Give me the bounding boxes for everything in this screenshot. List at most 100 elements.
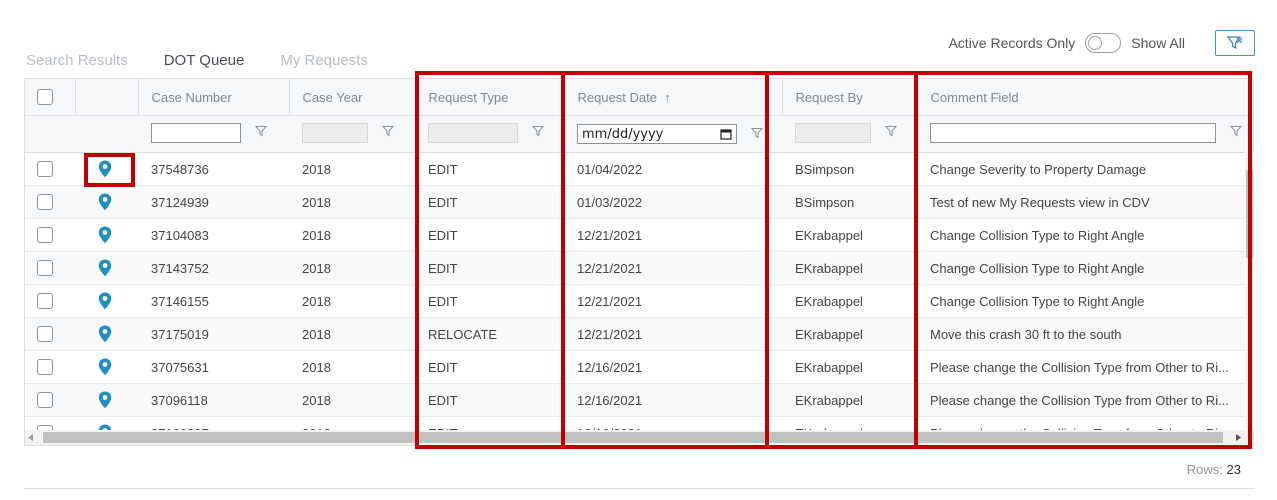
- funnel-icon[interactable]: [750, 127, 764, 142]
- funnel-icon[interactable]: [884, 125, 898, 140]
- request-by-filter-input[interactable]: [795, 122, 871, 143]
- filter-cell-empty: [25, 115, 75, 153]
- row-select-cell: [25, 284, 75, 318]
- funnel-icon[interactable]: [254, 125, 268, 140]
- column-header-request-by[interactable]: Request By: [781, 79, 917, 116]
- vertical-scroll-thumb[interactable]: [1246, 170, 1253, 258]
- row-checkbox[interactable]: [37, 326, 53, 343]
- comment-field-filter-input[interactable]: [930, 122, 1216, 143]
- map-pin-icon[interactable]: [98, 193, 112, 211]
- comment-field-cell: Please change the Collision Type from Ot…: [917, 383, 1253, 417]
- comment-field-cell: Move this crash 30 ft to the south: [917, 317, 1253, 351]
- request-type-cell: EDIT: [415, 350, 564, 384]
- tab-search-results[interactable]: Search Results: [26, 52, 128, 76]
- row-select-cell: [25, 185, 75, 219]
- footer-divider: [24, 488, 1255, 489]
- active-records-toggle[interactable]: [1085, 33, 1122, 53]
- requests-grid: Case Number Case Year Request Type Reque…: [24, 78, 1254, 446]
- map-pin-icon[interactable]: [98, 259, 112, 277]
- case-year-cell: 2018: [289, 383, 415, 417]
- row-checkbox[interactable]: [37, 293, 53, 310]
- filter-clear-icon: [1226, 36, 1243, 50]
- request-date-cell: 01/04/2022: [564, 152, 782, 186]
- table-row[interactable]: 37096118 2018 EDIT 12/16/2021 EKrabappel Plea…: [25, 383, 1253, 417]
- request-type-cell: EDIT: [415, 383, 564, 417]
- header-row: Case Number Case Year Request Type Reque…: [25, 79, 1253, 116]
- filter-row: mm/dd/yyyy: [25, 115, 1253, 153]
- request-date-cell: 12/16/2021: [564, 383, 782, 417]
- filter-cell-case-year: [289, 115, 415, 153]
- row-marker-cell: [75, 218, 138, 252]
- comment-field-cell: Please change the Collision Type from Ot…: [917, 350, 1253, 384]
- map-pin-icon[interactable]: [98, 160, 112, 178]
- tab-my-requests[interactable]: My Requests: [280, 52, 368, 76]
- table-row[interactable]: 37548736 2018 EDIT 01/04/2022 BSimpson Change…: [25, 152, 1253, 186]
- request-by-cell: EKrabappel: [782, 383, 917, 417]
- case-year-filter-input[interactable]: [302, 122, 368, 143]
- scroll-left-icon[interactable]: [28, 434, 34, 441]
- request-type-filter-input[interactable]: [428, 122, 518, 143]
- row-checkbox[interactable]: [37, 194, 53, 211]
- request-type-cell: EDIT: [415, 185, 564, 219]
- row-marker-cell: [75, 185, 138, 219]
- table-row[interactable]: 37075631 2018 EDIT 12/16/2021 EKrabappel Plea…: [25, 350, 1253, 384]
- request-date-filter-input[interactable]: mm/dd/yyyy: [577, 124, 737, 144]
- clear-filter-button[interactable]: [1215, 30, 1255, 56]
- table-row[interactable]: 37143752 2018 EDIT 12/21/2021 EKrabappel Chan…: [25, 251, 1253, 285]
- column-header-case-number[interactable]: Case Number: [137, 79, 289, 116]
- request-type-cell: EDIT: [415, 218, 564, 252]
- row-select-cell: [25, 251, 75, 285]
- horizontal-scrollbar[interactable]: [25, 430, 1253, 445]
- filter-cell-request-date: mm/dd/yyyy: [564, 115, 782, 153]
- table-row[interactable]: 37124939 2018 EDIT 01/03/2022 BSimpson Test o…: [25, 185, 1253, 219]
- table-row[interactable]: 37175019 2018 RELOCATE 12/21/2021 EKrabappel…: [25, 317, 1253, 351]
- scroll-right-icon[interactable]: [1235, 434, 1241, 441]
- request-by-cell: EKrabappel: [782, 251, 917, 285]
- filter-cell-marker: [75, 115, 138, 153]
- request-date-cell: 01/03/2022: [564, 185, 782, 219]
- request-date-cell: 12/21/2021: [564, 218, 782, 252]
- funnel-icon[interactable]: [1229, 125, 1243, 140]
- map-pin-icon[interactable]: [98, 325, 112, 343]
- row-select-cell: [25, 317, 75, 351]
- request-by-cell: EKrabappel: [782, 317, 917, 351]
- tab-dot-queue[interactable]: DOT Queue: [163, 52, 244, 80]
- show-all-label: Show All: [1131, 35, 1185, 51]
- calendar-icon[interactable]: [720, 128, 732, 140]
- case-number-filter-input[interactable]: [151, 122, 241, 143]
- map-pin-icon[interactable]: [98, 292, 112, 310]
- case-year-cell: 2018: [289, 350, 415, 384]
- filter-cell-request-by: [782, 115, 917, 153]
- select-all-checkbox[interactable]: [37, 89, 53, 106]
- case-number-cell: 37075631: [138, 350, 289, 384]
- column-header-comment-field[interactable]: Comment Field: [916, 79, 1253, 116]
- comment-field-cell: Change Severity to Property Damage: [917, 152, 1253, 186]
- active-records-label: Active Records Only: [948, 35, 1076, 51]
- column-header-case-year[interactable]: Case Year: [288, 79, 415, 116]
- map-pin-icon[interactable]: [98, 226, 112, 244]
- row-checkbox[interactable]: [37, 227, 53, 244]
- funnel-icon[interactable]: [531, 125, 545, 140]
- case-number-cell: 37548736: [138, 152, 289, 186]
- map-pin-icon[interactable]: [98, 358, 112, 376]
- row-checkbox[interactable]: [37, 260, 53, 277]
- column-header-request-date[interactable]: Request Date ↑: [563, 79, 782, 116]
- table-row[interactable]: 37146155 2018 EDIT 12/21/2021 EKrabappel Chan…: [25, 284, 1253, 318]
- horizontal-scroll-thumb[interactable]: [43, 432, 1223, 443]
- row-checkbox[interactable]: [37, 392, 53, 409]
- request-by-cell: EKrabappel: [782, 218, 917, 252]
- row-select-cell: [25, 152, 75, 186]
- vertical-scrollbar[interactable]: [1245, 152, 1254, 430]
- request-date-label: Request Date: [577, 89, 658, 105]
- funnel-icon[interactable]: [381, 125, 395, 140]
- table-row[interactable]: 37104083 2018 EDIT 12/21/2021 EKrabappel Chan…: [25, 218, 1253, 252]
- map-pin-icon[interactable]: [98, 391, 112, 409]
- request-type-cell: EDIT: [415, 251, 564, 285]
- request-by-cell: EKrabappel: [782, 350, 917, 384]
- row-marker-cell: [75, 251, 138, 285]
- row-marker-cell: [75, 383, 138, 417]
- request-type-cell: EDIT: [415, 284, 564, 318]
- row-checkbox[interactable]: [37, 359, 53, 376]
- column-header-request-type[interactable]: Request Type: [414, 79, 564, 116]
- row-checkbox[interactable]: [37, 161, 53, 178]
